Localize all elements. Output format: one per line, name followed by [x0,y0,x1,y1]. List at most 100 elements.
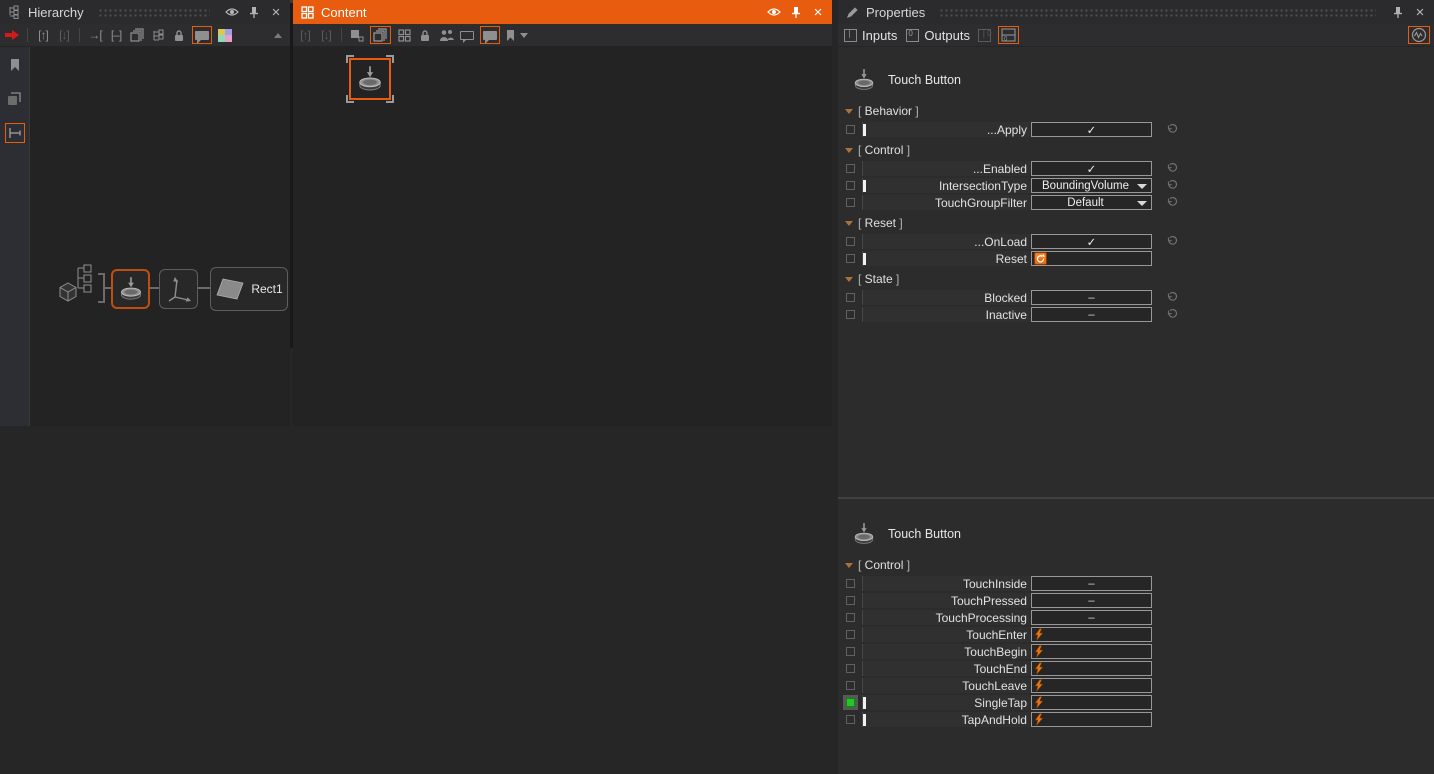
touch-group-filter-field[interactable]: Default [1031,195,1152,210]
move-up-icon[interactable]: [↑] [35,26,51,44]
subtree-icon[interactable] [150,26,166,44]
reset-action-button[interactable] [1034,252,1047,265]
tab-inputs[interactable]: ❘ Inputs [842,28,899,43]
enabled-field[interactable]: ✓ [1031,161,1152,176]
revert-icon[interactable] [1166,236,1178,247]
collapse-triangle-icon[interactable] [845,109,853,114]
close-icon[interactable]: × [1412,4,1428,20]
expose-checkbox-touch-inside[interactable] [846,579,855,588]
expose-checkbox-on-load[interactable] [846,237,855,246]
io-split-icon[interactable]: ❘0 [977,26,993,44]
expose-checkbox-tap-and-hold[interactable] [846,715,855,724]
grid-view-icon[interactable] [396,26,412,44]
axes-node[interactable] [159,269,198,309]
revert-icon[interactable] [1166,292,1178,303]
revert-icon[interactable] [1166,180,1178,191]
pin-icon[interactable] [788,4,804,20]
property-label: SingleTap [974,696,1027,710]
touch-processing-field[interactable]: – [1031,610,1152,625]
touch-pressed-field[interactable]: – [1031,593,1152,608]
touch-button-item[interactable] [349,58,391,100]
exposed-checkbox-single-tap[interactable] [846,698,855,707]
snap-frame-icon[interactable] [349,26,365,44]
touch-end-field[interactable] [1031,661,1152,676]
expose-checkbox-inactive[interactable] [846,310,855,319]
touch-inside-field[interactable]: – [1031,576,1152,591]
layers-view-icon[interactable] [5,89,25,109]
pin-icon[interactable] [1390,4,1406,20]
expose-checkbox-touch-processing[interactable] [846,613,855,622]
tap-and-hold-field[interactable] [1031,712,1152,727]
on-load-field[interactable]: ✓ [1031,234,1152,249]
comment-outline-icon[interactable] [459,26,475,44]
group-header-control[interactable]: Control [838,555,1434,575]
expose-checkbox-enabled[interactable] [846,164,855,173]
expose-checkbox-reset[interactable] [846,254,855,263]
rect-node[interactable]: Rect1 [210,267,288,311]
event-bolt-icon [1034,696,1044,709]
touch-enter-field[interactable] [1031,627,1152,642]
expose-checkbox-touch-enter[interactable] [846,630,855,639]
hierarchy-canvas[interactable]: Rect1 [0,47,290,426]
intersection-type-field[interactable]: BoundingVolume [1031,178,1152,193]
lock-icon[interactable] [417,26,433,44]
tab-outputs[interactable]: 0 Outputs [904,28,972,43]
layers-icon[interactable] [370,26,391,44]
content-title: Content [321,5,367,20]
expose-checkbox-touch-end[interactable] [846,664,855,673]
apply-field[interactable]: ✓ [1031,122,1152,137]
scroll-up-icon[interactable] [270,26,286,44]
group-header-state[interactable]: State [838,269,1434,289]
content-canvas[interactable] [293,47,832,426]
group-users-icon[interactable] [438,26,454,44]
reset-field[interactable] [1031,251,1152,266]
inactive-field[interactable]: – [1031,307,1152,322]
revert-icon[interactable] [1166,309,1178,320]
revert-icon[interactable] [1166,197,1178,208]
revert-icon[interactable] [1166,124,1178,135]
eye-icon[interactable] [766,4,782,20]
move-up-icon[interactable]: [↑] [297,26,313,44]
close-icon[interactable]: × [810,4,826,20]
layers-icon[interactable] [129,26,145,44]
comment-filled-icon[interactable] [480,26,500,44]
insert-node-icon[interactable]: →[ [87,26,103,44]
eye-icon[interactable] [224,4,240,20]
move-down-icon[interactable]: [↓] [56,26,72,44]
touch-begin-field[interactable] [1031,644,1152,659]
collapse-triangle-icon[interactable] [845,563,853,568]
io-combined-icon[interactable]: 0 [998,26,1019,44]
tree-layout-toggle-icon[interactable] [5,123,25,143]
group-header-reset[interactable]: Reset [838,213,1434,233]
group-header-control[interactable]: Control [838,140,1434,160]
split-node-icon[interactable]: [–] [108,26,124,44]
jump-to-node-icon[interactable] [4,26,20,44]
expose-checkbox-apply[interactable] [846,125,855,134]
expose-checkbox-touch-group-filter[interactable] [846,198,855,207]
single-tap-field[interactable] [1031,695,1152,710]
touch-button-node[interactable] [111,269,150,309]
blocked-field[interactable]: – [1031,290,1152,305]
expose-checkbox-blocked[interactable] [846,293,855,302]
collapse-triangle-icon[interactable] [845,221,853,226]
bookmark-menu-icon[interactable] [505,26,528,44]
pin-icon[interactable] [246,4,262,20]
expose-checkbox-intersection-type[interactable] [846,181,855,190]
comments-toggle-icon[interactable] [192,26,212,44]
group-header-behavior[interactable]: Behavior [838,101,1434,121]
collapse-triangle-icon[interactable] [845,148,853,153]
scene-root-node[interactable] [56,263,98,314]
revert-icon[interactable] [1166,163,1178,174]
bookmark-icon[interactable] [5,55,25,75]
lock-icon[interactable] [171,26,187,44]
close-icon[interactable]: × [268,4,284,20]
move-down-icon[interactable]: [↓] [318,26,334,44]
expose-checkbox-touch-leave[interactable] [846,681,855,690]
expose-checkbox-touch-begin[interactable] [846,647,855,656]
touch-button-icon [852,522,876,546]
expose-checkbox-touch-pressed[interactable] [846,596,855,605]
touch-leave-field[interactable] [1031,678,1152,693]
collapse-triangle-icon[interactable] [845,277,853,282]
animation-icon[interactable] [1408,26,1430,44]
color-palette-icon[interactable] [217,26,233,44]
